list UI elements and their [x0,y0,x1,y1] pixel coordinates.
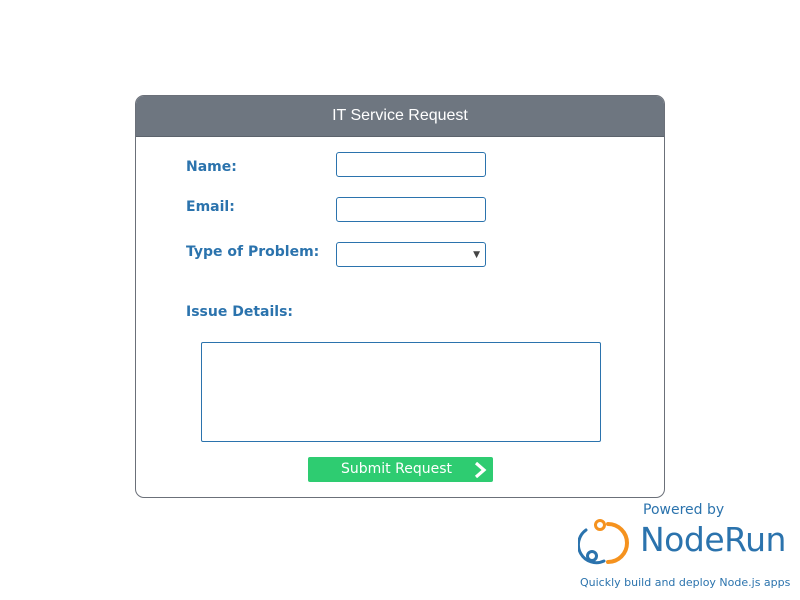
issue-details-textarea[interactable] [201,342,601,442]
email-input[interactable] [336,197,486,222]
noderun-product-name: NodeRun [640,520,786,559]
noderun-tagline: Quickly build and deploy Node.js apps [580,576,791,589]
submit-request-button[interactable]: Submit Request [308,457,493,482]
submit-request-label: Submit Request [341,461,452,477]
name-label: Name: [186,159,237,175]
form-title: IT Service Request [136,96,664,137]
noderun-logo-icon [578,519,629,565]
email-label: Email: [186,199,235,215]
page: IT Service Request Name: Email: Type of … [0,0,800,600]
issue-details-label: Issue Details: [186,304,293,320]
problem-type-select[interactable]: ▼ [336,242,486,267]
chevron-right-icon [474,462,487,478]
dropdown-arrow-icon: ▼ [473,250,480,260]
powered-by-text: Powered by [643,502,725,518]
name-input[interactable] [336,152,486,177]
problem-type-label: Type of Problem: [186,244,320,260]
noderun-branding: Powered by NodeRun Quickly build and dep… [578,500,796,595]
service-request-form: IT Service Request Name: Email: Type of … [135,95,665,498]
